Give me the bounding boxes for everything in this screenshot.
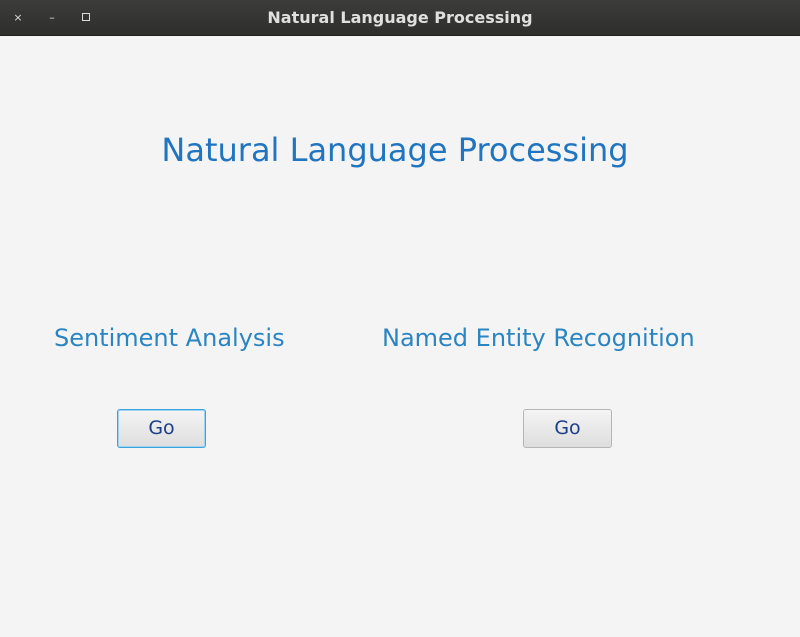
sentiment-analysis-label: Sentiment Analysis bbox=[54, 324, 285, 352]
sentiment-go-button[interactable]: Go bbox=[117, 409, 206, 448]
app-window: × – Natural Language Processing Natural … bbox=[0, 0, 800, 637]
named-entity-recognition-label: Named Entity Recognition bbox=[382, 324, 695, 352]
page-title: Natural Language Processing bbox=[161, 131, 629, 169]
window-titlebar[interactable]: × – Natural Language Processing bbox=[0, 0, 800, 36]
window-title: Natural Language Processing bbox=[267, 8, 533, 27]
ner-go-button[interactable]: Go bbox=[523, 409, 612, 448]
